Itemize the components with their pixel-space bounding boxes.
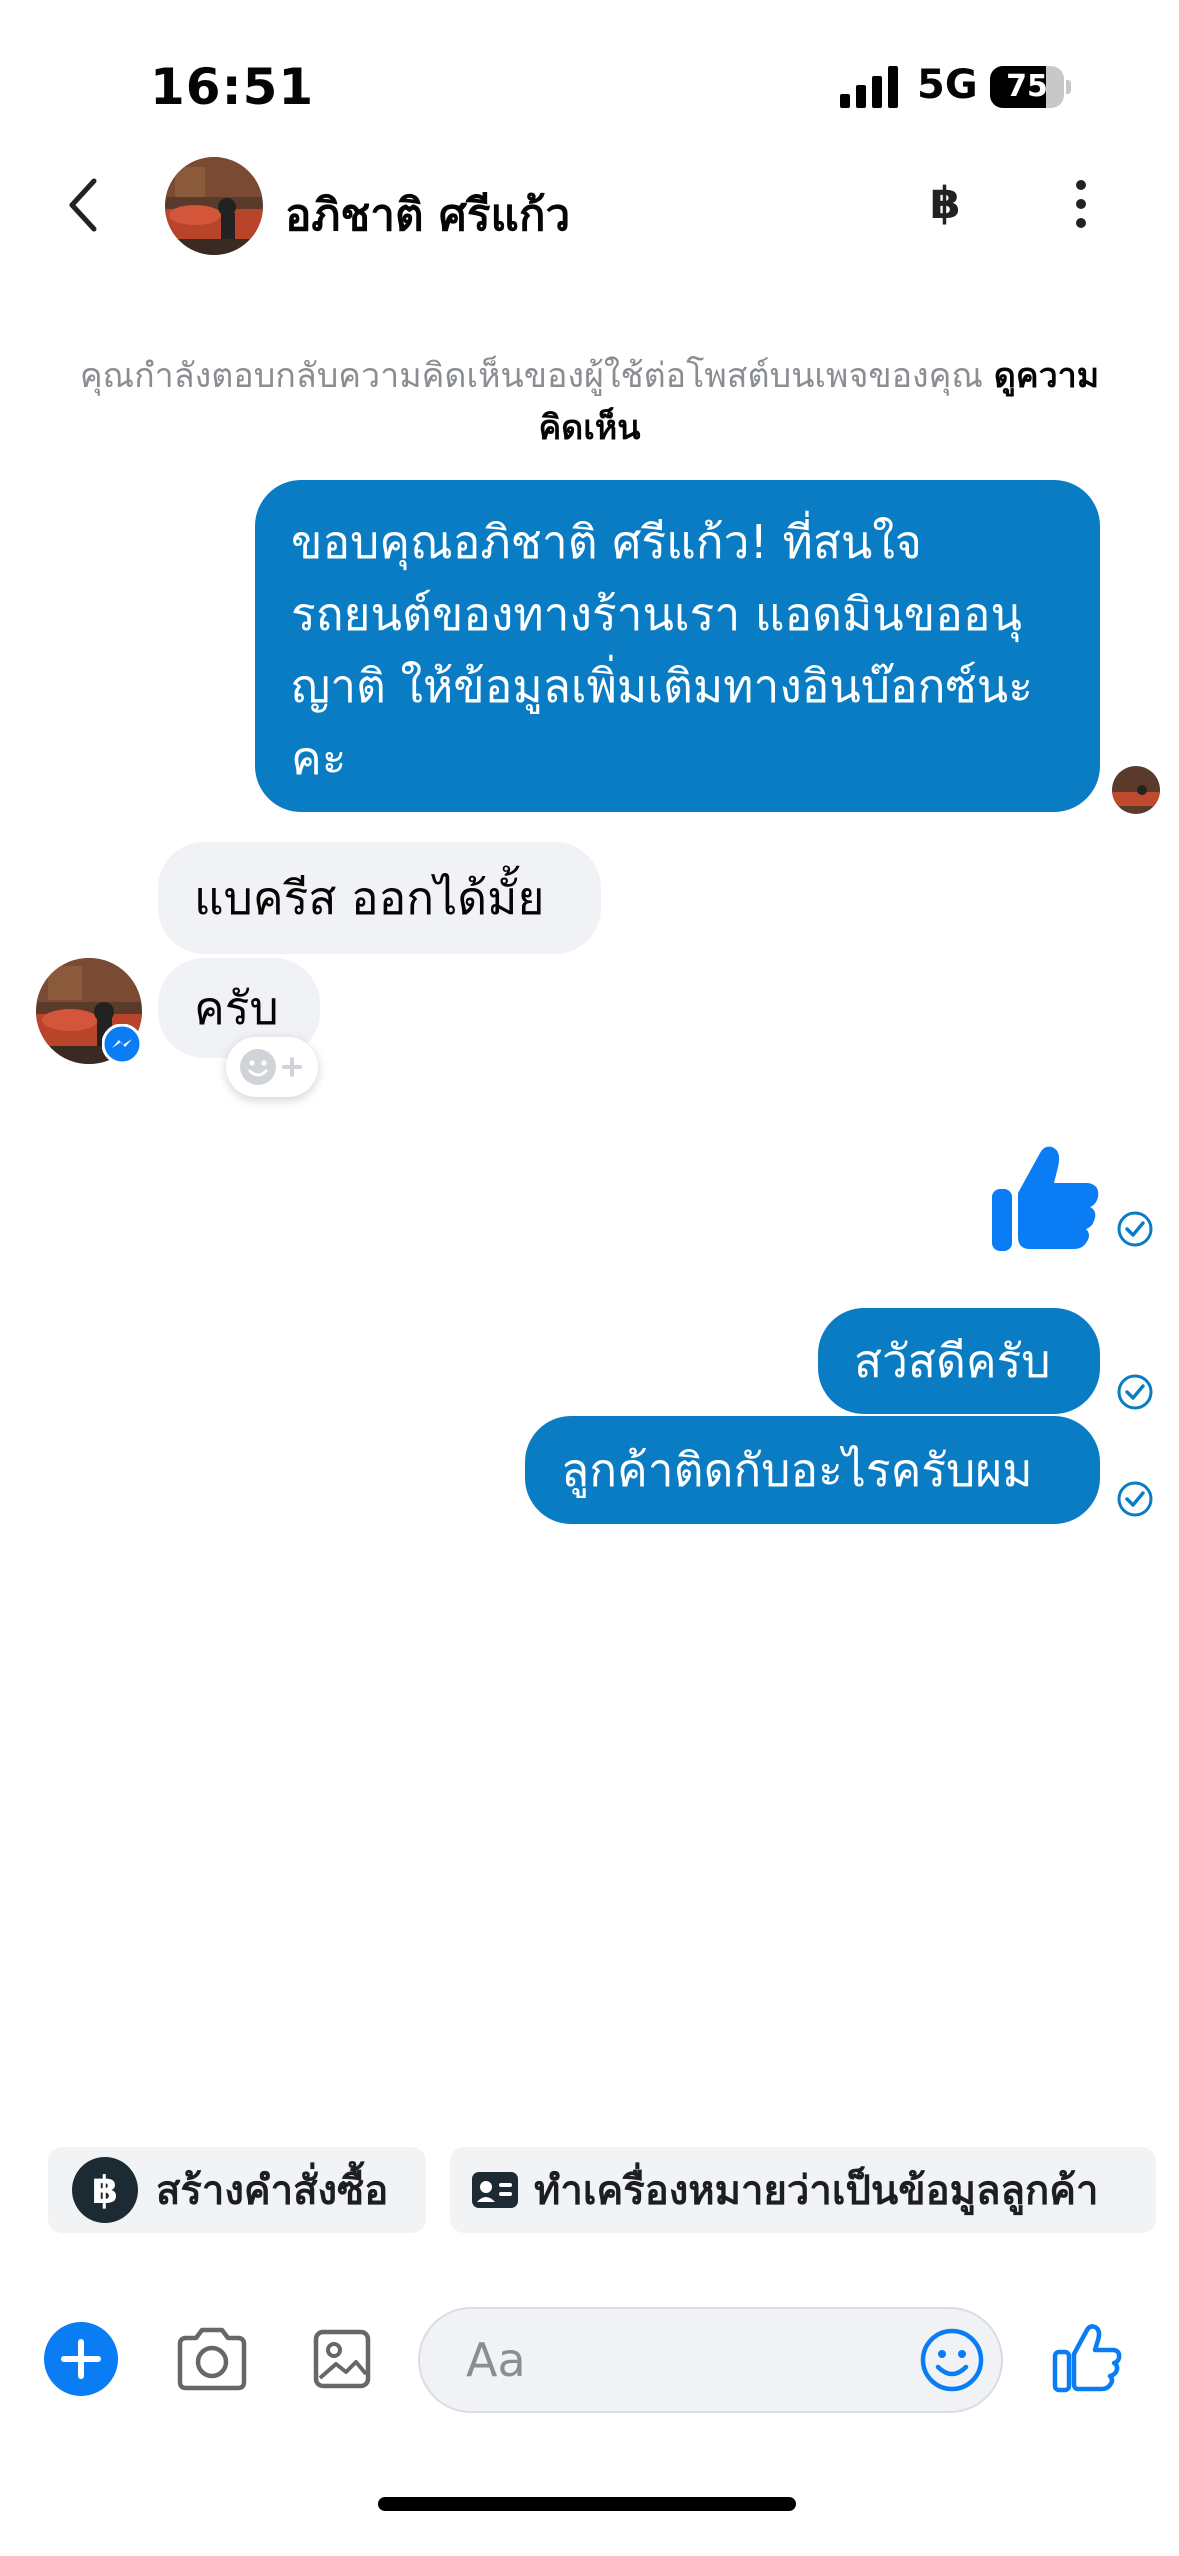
add-reaction-icon xyxy=(240,1049,302,1085)
mark-as-customer-info-label: ทำเครื่องหมายว่าเป็นข้อมูลลูกค้า xyxy=(534,2168,1099,2214)
reply-context-notice: คุณกำลังตอบกลับความคิดเห็นของผู้ใช้ต่อโพ… xyxy=(60,350,1119,454)
message-line: คะ xyxy=(291,731,347,785)
add-reaction-button[interactable] xyxy=(226,1037,318,1097)
gallery-icon[interactable] xyxy=(312,2326,372,2392)
plus-icon[interactable] xyxy=(44,2322,118,2396)
messenger-badge-icon xyxy=(102,1024,142,1064)
emoji-icon[interactable] xyxy=(919,2327,985,2393)
delivered-check-icon xyxy=(1117,1211,1153,1247)
delivered-check-icon xyxy=(1117,1374,1153,1410)
message-line: ญาติ ให้ข้อมูลเพิ่มเติมทางอินบ๊อกซ์นะ xyxy=(291,659,1033,713)
outgoing-message-bubble[interactable]: ขอบคุณอภิชาติ ศรีแก้ว! ที่สนใจ รถยนต์ของ… xyxy=(255,480,1100,812)
svg-text:฿: ฿ xyxy=(92,2168,118,2212)
outgoing-message-bubble[interactable]: ลูกค้าติดกับอะไรครับผม xyxy=(525,1416,1100,1524)
message-input-placeholder: Aa xyxy=(466,2333,526,2387)
camera-icon[interactable] xyxy=(174,2326,250,2392)
contact-avatar[interactable] xyxy=(165,157,263,255)
seen-by-avatar xyxy=(1112,766,1160,814)
message-line: ขอบคุณอภิชาติ ศรีแก้ว! ที่สนใจ xyxy=(291,515,922,569)
thumbs-up-icon[interactable] xyxy=(990,1143,1100,1255)
network-type: 5G xyxy=(917,62,978,108)
like-send-icon[interactable] xyxy=(1052,2322,1122,2394)
create-order-baht-icon[interactable]: ฿ xyxy=(930,178,961,229)
home-indicator xyxy=(378,2497,796,2511)
message-line: รถยนต์ของทางร้านเรา แอดมินขออนุ xyxy=(291,587,1022,641)
status-time: 16:51 xyxy=(150,58,315,116)
cellular-signal-icon xyxy=(840,66,898,108)
more-options-icon[interactable] xyxy=(1068,180,1094,230)
battery-percent: 75 xyxy=(1006,69,1048,104)
incoming-message-bubble[interactable]: แบครีส ออกได้มั้ย xyxy=(158,842,601,954)
id-card-icon xyxy=(472,2172,518,2208)
baht-circle-icon: ฿ xyxy=(72,2157,138,2223)
contact-name[interactable]: อภิชาติ ศรีแก้ว xyxy=(285,180,570,250)
battery-icon: 75 xyxy=(990,66,1071,108)
delivered-check-icon xyxy=(1117,1481,1153,1517)
create-order-label: สร้างคำสั่งซื้อ xyxy=(156,2168,389,2214)
message-input[interactable]: Aa xyxy=(418,2307,1003,2413)
notice-text: คุณกำลังตอบกลับความคิดเห็นของผู้ใช้ต่อโพ… xyxy=(79,356,994,396)
outgoing-message-bubble[interactable]: สวัสดีครับ xyxy=(818,1308,1100,1414)
create-order-button[interactable]: ฿ สร้างคำสั่งซื้อ xyxy=(48,2147,426,2233)
back-chevron-icon[interactable] xyxy=(60,175,110,235)
mark-as-customer-info-button[interactable]: ทำเครื่องหมายว่าเป็นข้อมูลลูกค้า xyxy=(450,2147,1156,2233)
